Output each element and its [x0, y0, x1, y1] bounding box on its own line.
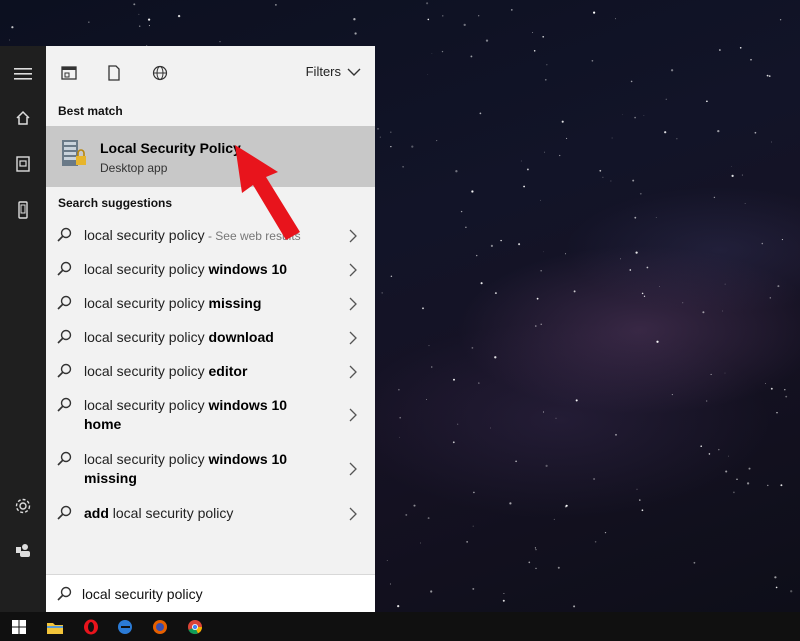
web-filter-button[interactable] [145, 60, 175, 86]
start-rail [0, 46, 46, 612]
windows-start-icon [12, 619, 26, 634]
web-filter-icon [152, 65, 168, 81]
chevron-right-icon [349, 331, 357, 345]
filter-toolbar: Filters [46, 46, 375, 98]
suggestion-query: local security policy [84, 397, 209, 413]
documents-icon [16, 156, 30, 172]
edge-button[interactable] [108, 612, 142, 641]
suggestion-text: add local security policy [84, 504, 334, 523]
suggestion-bold-prefix: add [84, 505, 109, 521]
best-match-subtitle: Desktop app [100, 161, 168, 175]
chrome-button[interactable] [178, 612, 212, 641]
suggestion-item[interactable]: local security policy windows 10 missing [46, 450, 375, 500]
chevron-right-icon [349, 229, 357, 243]
search-input[interactable] [82, 583, 362, 605]
suggestion-query: local security policy [84, 261, 209, 277]
suggestion-bold-second-line: home [84, 416, 122, 432]
suggestion-query: local security policy [84, 451, 209, 467]
documents-filter-icon [108, 65, 120, 81]
opera-button[interactable] [74, 612, 108, 641]
settings-icon [15, 498, 31, 514]
suggestion-text: local security policy windows 10 [84, 260, 334, 279]
suggestion-item[interactable]: local security policy editor [46, 362, 375, 392]
suggestion-item[interactable]: local security policy missing [46, 294, 375, 324]
search-icon [57, 586, 72, 601]
suggestion-text: local security policy editor [84, 362, 334, 381]
apps-filter-button[interactable] [54, 60, 84, 86]
suggestion-item[interactable]: local security policy windows 10 home [46, 396, 375, 446]
search-icon [57, 397, 72, 412]
suggestion-query: local security policy [84, 363, 209, 379]
suggestion-bold-suffix: windows 10 [208, 261, 288, 277]
suggestion-bold-suffix: download [208, 329, 274, 345]
search-icon [57, 295, 72, 310]
search-icon [57, 227, 72, 242]
settings-button[interactable] [0, 486, 46, 526]
user-button[interactable] [0, 530, 46, 570]
suggestion-text: local security policy windows 10 missing [84, 450, 334, 488]
suggestion-text: local security policy download [84, 328, 334, 347]
suggestion-item[interactable]: local security policy windows 10 [46, 260, 375, 290]
chevron-right-icon [349, 462, 357, 476]
filters-label: Filters [305, 64, 341, 79]
suggestion-bold-suffix: missing [208, 295, 262, 311]
chrome-icon [188, 619, 202, 634]
red-pointer-arrow [235, 145, 300, 240]
documents-filter-button[interactable] [99, 60, 129, 86]
search-icon [57, 261, 72, 276]
search-icon [57, 451, 72, 466]
edge-icon [118, 619, 132, 634]
suggestion-query: local security policy [108, 505, 234, 521]
home-button[interactable] [0, 98, 46, 138]
search-icon [57, 505, 72, 520]
suggestion-item[interactable]: local security policy download [46, 328, 375, 358]
filters-dropdown[interactable]: Filters [306, 64, 361, 79]
suggestion-item[interactable]: add local security policy [46, 504, 375, 534]
suggestion-item[interactable]: local security policy - See web results [46, 226, 375, 256]
search-icon [57, 329, 72, 344]
taskbar [0, 612, 800, 641]
chevron-right-icon [349, 408, 357, 422]
chevron-right-icon [349, 507, 357, 521]
documents-button[interactable] [0, 144, 46, 184]
suggestion-bold-suffix: editor [208, 363, 248, 379]
suggestion-bold-second-line: missing [84, 470, 137, 486]
apps-filter-icon [61, 66, 77, 80]
suggestion-text: local security policy missing [84, 294, 334, 313]
device-button[interactable] [0, 190, 46, 230]
start-button[interactable] [2, 612, 36, 641]
suggestion-bold-suffix: windows 10 [208, 397, 288, 413]
chevron-right-icon [349, 365, 357, 379]
suggestion-query: local security policy [84, 227, 205, 243]
file-explorer-button[interactable] [38, 612, 72, 641]
opera-icon [84, 619, 98, 634]
chevron-right-icon [349, 263, 357, 277]
best-match-heading: Best match [58, 104, 123, 118]
suggestion-bold-suffix: windows 10 [208, 451, 288, 467]
best-match-result[interactable]: Local Security Policy Desktop app [46, 126, 375, 187]
security-policy-app-icon [62, 140, 86, 166]
firefox-button[interactable] [143, 612, 177, 641]
home-icon [16, 110, 30, 125]
device-icon [18, 201, 28, 219]
chevron-down-icon [347, 68, 361, 76]
chevron-right-icon [349, 297, 357, 311]
firefox-icon [153, 619, 167, 634]
user-icon [16, 544, 30, 557]
hamburger-menu-button[interactable] [0, 54, 46, 94]
suggestion-query: local security policy [84, 295, 209, 311]
search-icon [57, 363, 72, 378]
search-box[interactable] [46, 574, 375, 612]
suggestion-text: local security policy windows 10 home [84, 396, 334, 434]
search-suggestions-heading: Search suggestions [58, 196, 173, 210]
suggestion-query: local security policy [84, 329, 209, 345]
file-explorer-icon [47, 622, 63, 634]
search-panel: Filters Best match Local Security Policy… [46, 46, 375, 612]
hamburger-icon [14, 68, 32, 80]
